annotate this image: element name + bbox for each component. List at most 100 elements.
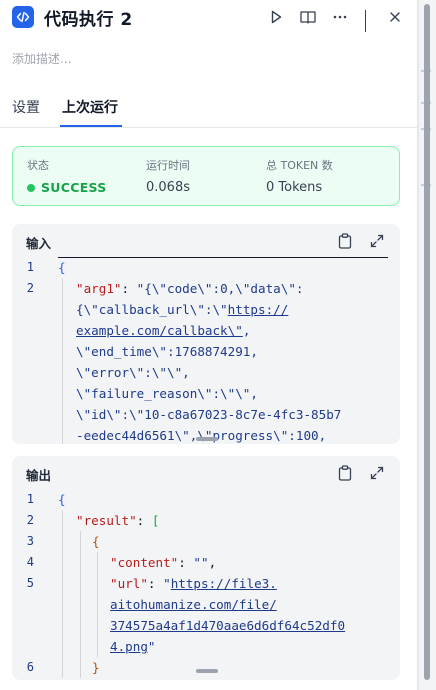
code-token: "url" xyxy=(110,576,148,591)
header-actions xyxy=(257,4,408,32)
description-input[interactable]: 添加描述... xyxy=(12,50,71,67)
code-text: example.com/callback\", xyxy=(76,320,250,341)
run-time-label: 运行时间 xyxy=(146,159,190,172)
code-text: } xyxy=(92,657,100,678)
tab-last-run[interactable]: 上次运行 xyxy=(62,97,118,117)
output-panel-title: 输出 xyxy=(26,468,52,483)
clipboard-icon xyxy=(338,465,352,481)
node-title[interactable]: 代码执行 2 xyxy=(44,5,133,30)
code-link[interactable]: https://file3. xyxy=(171,576,277,591)
token-label: 总 TOKEN 数 xyxy=(266,159,333,172)
code-line: example.com/callback\", xyxy=(12,320,400,341)
page-scrollbar[interactable] xyxy=(424,4,430,680)
code-text: -eedec44d6561\",\"progress\":100, xyxy=(76,425,326,444)
code-token: \"id\":\"10-c8a67023-8c7e-4fc3-85b7 xyxy=(76,407,342,422)
code-token: "arg1" xyxy=(76,281,122,296)
code-text: "url": "https://file3. xyxy=(110,573,277,594)
code-line: \"id\":\"10-c8a67023-8c7e-4fc3-85b7 xyxy=(12,404,400,425)
more-button[interactable] xyxy=(327,4,353,30)
active-tab-indicator xyxy=(60,125,122,127)
line-number: 4 xyxy=(26,555,34,569)
line-number: 2 xyxy=(26,513,34,527)
expand-input-button[interactable] xyxy=(368,232,386,250)
code-line: 1{ xyxy=(12,489,400,510)
status-label: 状态 xyxy=(27,159,49,172)
book-icon xyxy=(300,11,316,24)
clipboard-icon xyxy=(338,233,352,249)
line-number: 3 xyxy=(26,534,34,548)
code-text: \"failure_reason\":\"\", xyxy=(76,383,258,404)
header-divider xyxy=(365,10,366,32)
code-token: "content" xyxy=(110,555,179,570)
code-token: , xyxy=(208,555,217,570)
token-stat: 总 TOKEN 数 0 Tokens xyxy=(266,157,333,195)
code-line: 2 "result": [ xyxy=(12,510,400,531)
code-token: "" xyxy=(193,555,209,570)
more-dots-icon xyxy=(333,15,347,19)
code-line: -eedec44d6561\",\"progress\":100, xyxy=(12,425,400,444)
line-number: 1 xyxy=(26,492,34,506)
code-token: \"error\":\"\", xyxy=(76,365,190,380)
code-line: \"failure_reason\":\"\", xyxy=(12,383,400,404)
close-button[interactable] xyxy=(382,4,408,30)
output-code-editor[interactable]: 1{2 "result": [3{4 "content": "", 5 "url": "… xyxy=(12,488,400,680)
line-number: 2 xyxy=(26,281,34,295)
code-text: { xyxy=(58,489,66,510)
code-text: "result": [ xyxy=(76,510,159,531)
run-status-card: 状态 SUCCESS 运行时间 0.068s 总 TOKEN 数 0 Token… xyxy=(12,146,400,206)
code-line: aitohumanize.com/file/ xyxy=(12,594,400,615)
code-text: {\"callback_url\":\"https:// xyxy=(76,299,288,320)
panel-header: 代码执行 2 xyxy=(12,4,408,32)
expand-output-button[interactable] xyxy=(368,464,386,482)
code-link[interactable]: aitohumanize.com/file/ xyxy=(110,597,277,612)
code-text: "content": "", xyxy=(110,552,216,573)
success-dot-icon xyxy=(27,183,35,192)
code-line: \"error\":\"\", xyxy=(12,362,400,383)
token-value: 0 Tokens xyxy=(266,180,323,195)
code-text: "arg1": "{\"code\":0,\"data\": xyxy=(76,278,303,299)
code-token: [ xyxy=(151,513,160,528)
code-link[interactable]: 4.png xyxy=(110,639,148,654)
expand-icon xyxy=(370,234,384,248)
code-token: { xyxy=(92,534,100,549)
status-stat: 状态 SUCCESS xyxy=(27,157,107,195)
copy-input-button[interactable] xyxy=(336,232,354,250)
code-line: \"end_time\":1768874291, xyxy=(12,341,400,362)
line-number: 5 xyxy=(26,576,34,590)
code-link[interactable]: https:// xyxy=(228,302,289,317)
run-button[interactable] xyxy=(263,4,289,30)
code-text: { xyxy=(92,531,100,552)
code-line: 5 "url": "https://file3. xyxy=(12,573,400,594)
code-text: 374575a4af1d470aae6d6df64c52df0 xyxy=(110,615,345,636)
copy-output-button[interactable] xyxy=(336,464,354,482)
code-node-icon xyxy=(12,6,34,28)
input-panel: 输入 1{2 "arg1": "{\"code\":0,\"data\": {\"c… xyxy=(12,224,400,444)
code-token: : xyxy=(147,576,164,591)
code-link[interactable]: 374575a4af1d470aae6d6df64c52df0 xyxy=(110,618,345,633)
code-token: } xyxy=(92,660,100,675)
tab-settings[interactable]: 设置 xyxy=(12,97,40,117)
code-token: " xyxy=(147,639,156,654)
code-token: : xyxy=(136,513,152,528)
code-line: {\"callback_url\":\"https:// xyxy=(12,299,400,320)
resize-handle[interactable] xyxy=(196,437,218,441)
line-number: 6 xyxy=(26,660,34,674)
code-token: " xyxy=(163,576,171,591)
code-token: , xyxy=(242,323,251,338)
code-token: { xyxy=(58,492,66,507)
expand-icon xyxy=(370,466,384,480)
code-link[interactable]: example.com/callback\" xyxy=(76,323,243,338)
code-text: \"end_time\":1768874291, xyxy=(76,341,258,362)
line-number: 1 xyxy=(26,260,34,274)
code-text: \"id\":\"10-c8a67023-8c7e-4fc3-85b7 xyxy=(76,404,341,425)
output-panel: 输出 1{2 "result": [3{4 "content": "", 5 "url"… xyxy=(12,456,400,680)
code-token: : xyxy=(178,555,194,570)
code-line: 4.png" xyxy=(12,636,400,657)
play-icon xyxy=(271,10,282,24)
docs-button[interactable] xyxy=(295,4,321,30)
resize-handle[interactable] xyxy=(196,669,218,673)
code-token: \"failure_reason\":\"\", xyxy=(76,386,258,401)
code-token: \"end_time\":1768874291, xyxy=(76,344,258,359)
input-code-editor[interactable]: 1{2 "arg1": "{\"code\":0,\"data\": {\"call… xyxy=(12,256,400,444)
code-line: 374575a4af1d470aae6d6df64c52df0 xyxy=(12,615,400,636)
